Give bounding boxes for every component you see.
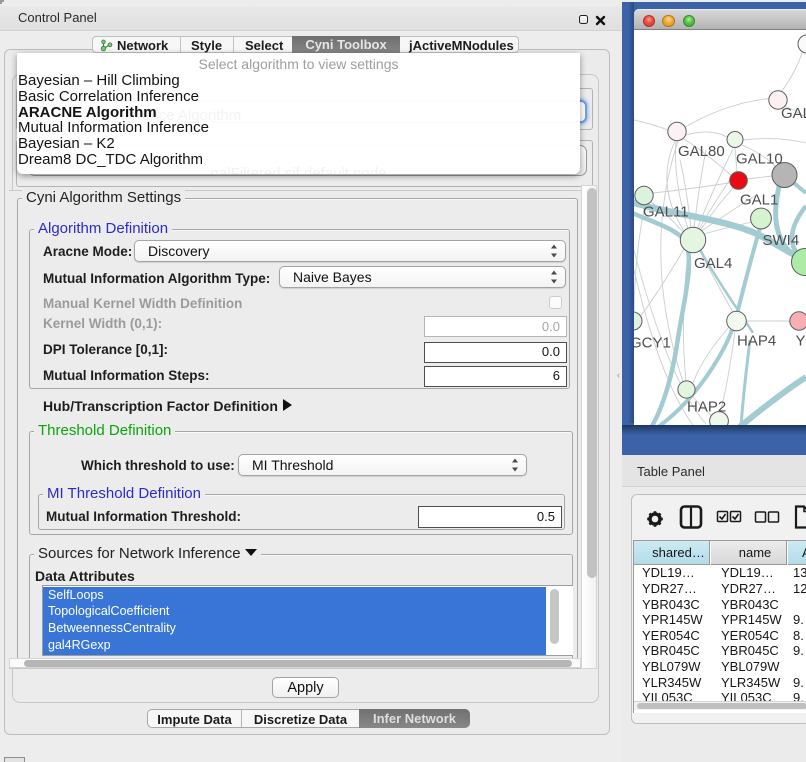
svg-text:GAL1: GAL1 bbox=[740, 192, 778, 209]
svg-text:GAL11: GAL11 bbox=[643, 204, 689, 221]
svg-text:Y: Y bbox=[796, 333, 806, 350]
svg-text:SWI4: SWI4 bbox=[763, 232, 800, 249]
svg-text:HAP2: HAP2 bbox=[687, 399, 726, 416]
svg-text:GAL10: GAL10 bbox=[736, 151, 783, 168]
svg-text:HAP4: HAP4 bbox=[737, 333, 776, 350]
svg-text:GAL7: GAL7 bbox=[781, 105, 806, 122]
svg-text:GAL4: GAL4 bbox=[694, 255, 732, 272]
svg-text:GAL80: GAL80 bbox=[678, 143, 725, 160]
svg-text:GCY1: GCY1 bbox=[634, 335, 671, 352]
